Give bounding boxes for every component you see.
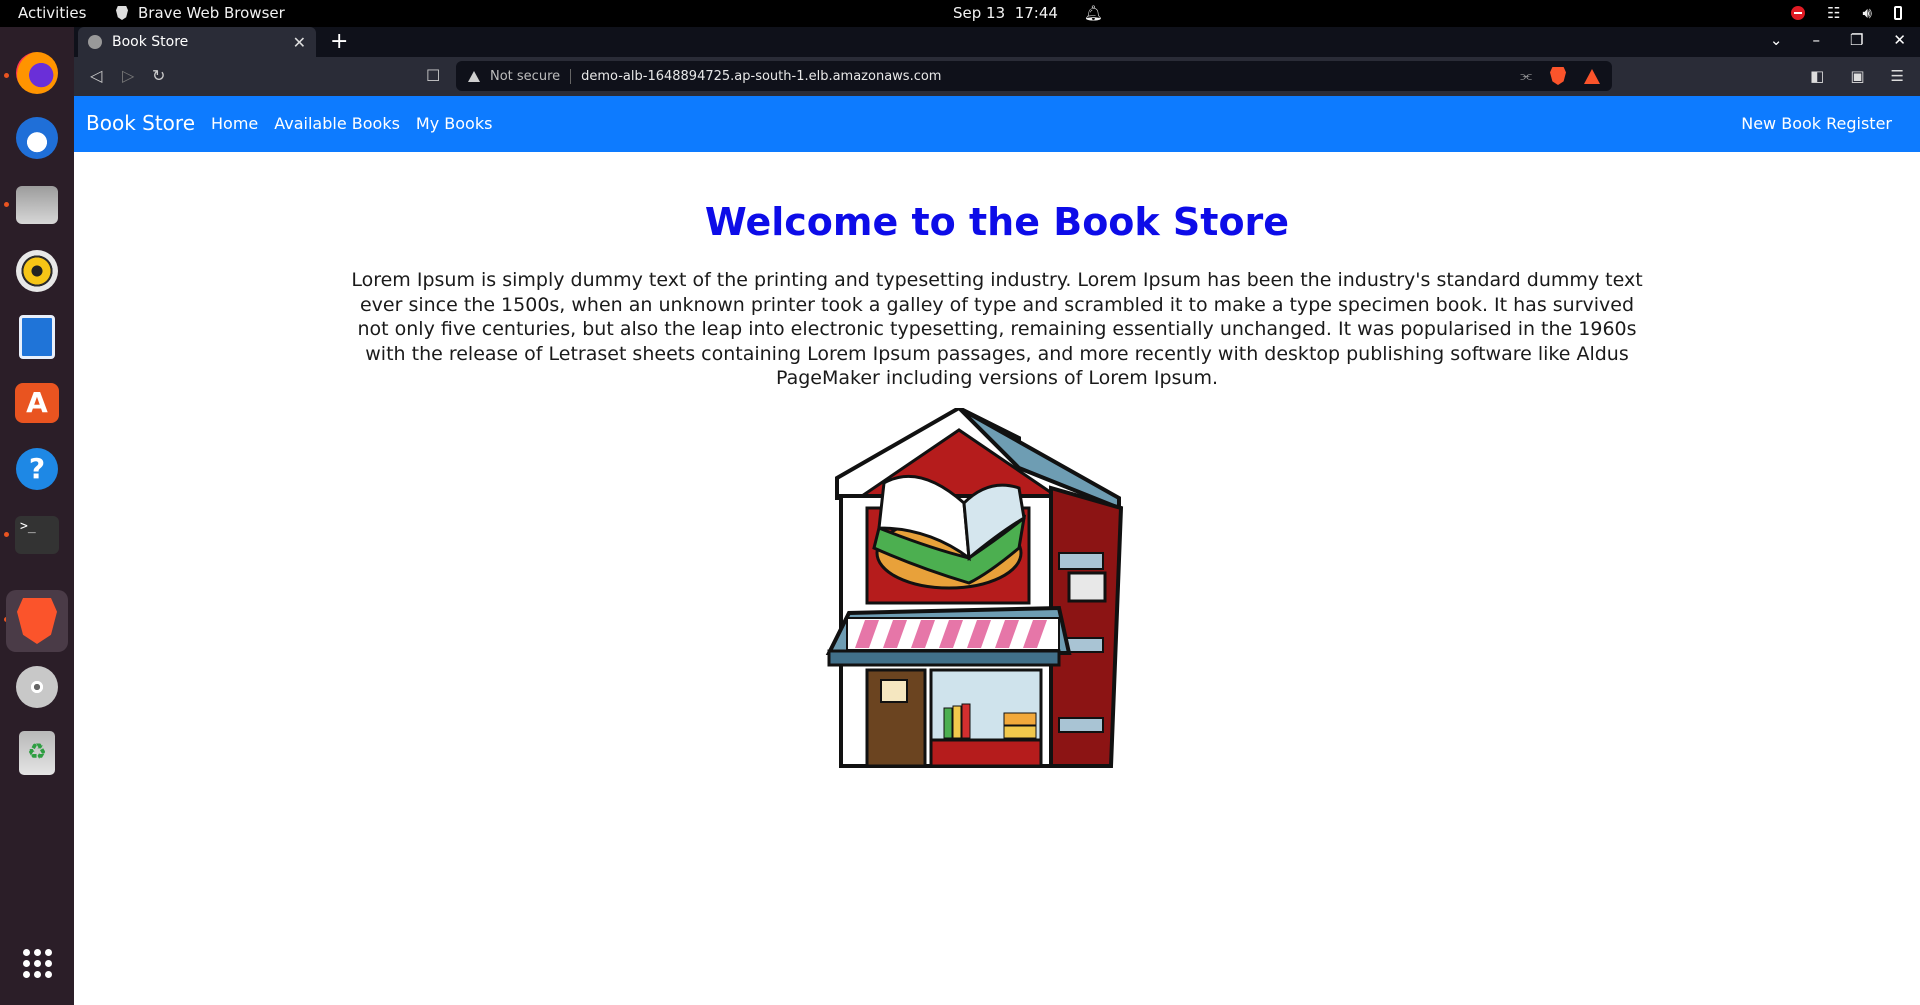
- writer-icon[interactable]: [11, 311, 63, 363]
- close-window-button[interactable]: ✕: [1893, 31, 1906, 49]
- network-icon: ☷: [1827, 4, 1841, 22]
- window-controls: ⌄ – ❐ ✕: [1770, 31, 1906, 49]
- site-navbar: Book Store Home Available Books My Books…: [74, 96, 1920, 152]
- warning-icon: [468, 70, 480, 82]
- tab-list-chevron-icon[interactable]: ⌄: [1770, 31, 1783, 49]
- forward-button[interactable]: ▷: [122, 66, 134, 85]
- app-center-icon[interactable]: A: [11, 377, 63, 429]
- activities-button[interactable]: Activities: [18, 4, 86, 22]
- share-icon[interactable]: ⫘: [1520, 69, 1532, 84]
- nav-link-home[interactable]: Home: [211, 114, 258, 133]
- new-tab-button[interactable]: +: [330, 29, 348, 54]
- address-bar[interactable]: Not secure demo-alb-1648894725.ap-south-…: [456, 61, 1612, 91]
- url-text[interactable]: demo-alb-1648894725.ap-south-1.elb.amazo…: [581, 69, 941, 84]
- running-indicator: [4, 73, 9, 78]
- navbar-brand[interactable]: Book Store: [86, 111, 195, 135]
- not-secure-label[interactable]: Not secure: [490, 68, 572, 84]
- bookmark-icon[interactable]: ☐: [426, 66, 440, 85]
- running-indicator: [4, 202, 9, 207]
- tab-title: Book Store: [112, 34, 189, 50]
- brave-lion-icon: [116, 6, 128, 20]
- alarm-bell-icon: 🔔︎: [1083, 4, 1103, 22]
- system-top-bar: Activities Brave Web Browser Sep 13 17:4…: [0, 0, 1920, 27]
- do-not-disturb-icon: [1791, 6, 1806, 20]
- terminal-icon[interactable]: >_: [11, 509, 63, 561]
- system-tray[interactable]: ☷ 🔊︎: [1791, 4, 1902, 22]
- bookstore-illustration: [825, 408, 1124, 768]
- menu-icon[interactable]: ☰: [1891, 67, 1904, 85]
- time: 17:44: [1014, 4, 1058, 22]
- close-tab-icon[interactable]: ✕: [293, 33, 306, 52]
- back-button[interactable]: ◁: [90, 66, 102, 85]
- tab-strip: Book Store ✕ + ⌄ – ❐ ✕: [74, 27, 1920, 57]
- app-menu[interactable]: Brave Web Browser: [116, 4, 285, 22]
- files-icon[interactable]: [11, 179, 63, 231]
- toolbar-right: ◧ ▣ ☰: [1810, 67, 1904, 85]
- date: Sep 13: [953, 4, 1006, 22]
- app-name: Brave Web Browser: [138, 4, 285, 22]
- wallet-icon[interactable]: ▣: [1850, 67, 1864, 85]
- clock[interactable]: Sep 13 17:44 🔔︎: [953, 4, 1103, 22]
- nav-link-available-books[interactable]: Available Books: [274, 114, 400, 133]
- intro-paragraph: Lorem Ipsum is simply dummy text of the …: [351, 269, 1643, 389]
- globe-icon: [88, 35, 102, 49]
- dock: A ? >_ ♻: [0, 27, 74, 1005]
- running-indicator: [4, 532, 9, 537]
- nav-links: Home Available Books My Books: [211, 114, 492, 133]
- brave-rewards-icon[interactable]: [1584, 68, 1600, 84]
- brave-icon[interactable]: [6, 590, 68, 652]
- web-page: Book Store Home Available Books My Books…: [74, 96, 1920, 1005]
- sidebar-icon[interactable]: ◧: [1810, 67, 1824, 85]
- restore-button[interactable]: ❐: [1850, 31, 1863, 49]
- dvd-icon[interactable]: [11, 661, 63, 713]
- firefox-icon[interactable]: [11, 47, 63, 99]
- nav-link-my-books[interactable]: My Books: [416, 114, 493, 133]
- page-heading: Welcome to the Book Store: [704, 200, 1290, 244]
- nav-link-new-book-register[interactable]: New Book Register: [1741, 114, 1892, 133]
- show-apps-icon[interactable]: [11, 937, 63, 989]
- minimize-button[interactable]: –: [1812, 31, 1820, 49]
- reload-button[interactable]: ↻: [152, 66, 165, 85]
- trash-icon[interactable]: ♻: [11, 727, 63, 779]
- brave-shields-icon[interactable]: [1550, 67, 1566, 85]
- rhythmbox-icon[interactable]: [11, 245, 63, 297]
- battery-icon: [1894, 6, 1902, 20]
- thunderbird-icon[interactable]: [11, 112, 63, 164]
- browser-toolbar: ◁ ▷ ↻ ☐ Not secure demo-alb-1648894725.a…: [74, 57, 1920, 96]
- tab-book-store[interactable]: Book Store ✕: [78, 27, 316, 57]
- help-icon[interactable]: ?: [11, 443, 63, 495]
- volume-icon: 🔊︎: [1862, 4, 1872, 22]
